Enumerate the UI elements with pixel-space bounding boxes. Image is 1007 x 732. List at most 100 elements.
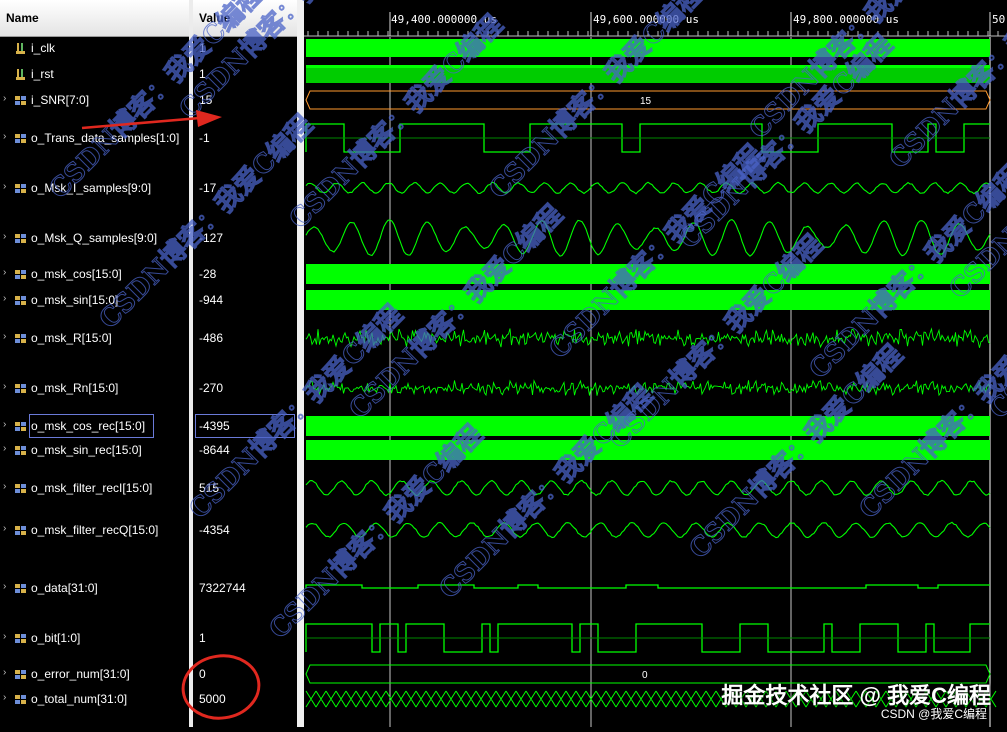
signal-row-o-bit[interactable]: › o_bit[1:0] [0,628,189,648]
waveform-trace[interactable] [305,379,991,397]
chevron-right-icon[interactable]: › [3,267,13,278]
waveform-trace[interactable] [305,479,991,497]
signal-row-o-msk-r[interactable]: › o_msk_R[15:0] [0,328,189,348]
name-column-header[interactable]: Name [0,0,189,37]
waveform-trace[interactable] [306,290,990,310]
chevron-right-icon[interactable]: › [3,523,13,534]
waveform-trace[interactable] [305,584,990,589]
signal-name: o_msk_R[15:0] [31,331,112,345]
timeline-label: 49,800.000000 us [793,13,899,26]
signal-row-o-trans-data-samples[interactable]: › o_Trans_data_samples[1:0] [0,128,189,148]
signal-value: 0 [199,667,206,681]
signal-value-panel: Value 1 1 15 -1 -17 -127 -28 -944 -486 -270 -4395-… [193,0,297,727]
signal-name: i_rst [31,67,54,81]
signal-row-o-msk-sin[interactable]: › o_msk_sin[15:0] [0,290,189,310]
signal-row-o-msk-sin-rec[interactable]: › o_msk_sin_rec[15:0] [0,440,189,460]
waveform-trace[interactable] [305,521,991,539]
timeline-label: 50 [992,13,1005,26]
signal-row-o-error-num[interactable]: › o_error_num[31:0] [0,664,189,684]
signal-row-o-msk-filter-recq[interactable]: › o_msk_filter_recQ[15:0] [0,520,189,540]
waveform-trace[interactable] [305,218,991,257]
waveform-trace[interactable]: 15 [305,90,991,110]
chevron-right-icon[interactable]: › [3,631,13,642]
signal-name: o_msk_sin[15:0] [31,293,119,307]
signal-row-o-msk-filter-reci[interactable]: › o_msk_filter_recI[15:0] [0,478,189,498]
footer-sub-watermark: CSDN @我爱C编程 [880,707,987,721]
bus-signal-icon [15,483,26,493]
bus-signal-icon [15,183,26,193]
chevron-right-icon[interactable]: › [3,419,13,430]
timeline-label: 49,400.000000 us [391,13,497,26]
signal-name: o_msk_cos[15:0] [31,267,122,281]
signal-value: -4354 [199,523,230,537]
chevron-right-icon[interactable]: › [3,581,13,592]
bus-value-label: 0 [642,670,648,681]
bus-signal-icon [15,95,26,105]
chevron-right-icon[interactable]: › [3,381,13,392]
bus-signal-icon [15,421,26,431]
signal-value: -270 [199,381,224,395]
waveform-trace[interactable] [305,123,990,153]
bus-signal-icon [15,583,26,593]
chevron-right-icon[interactable]: › [3,131,13,142]
waveform-trace[interactable] [305,181,991,195]
value-column-header[interactable]: Value [193,0,297,37]
bus-signal-icon [15,669,26,679]
bit-signal-icon [15,69,26,80]
bus-signal-icon [15,633,26,643]
signal-name: o_data[31:0] [31,581,98,595]
bus-signal-icon [15,525,26,535]
waveform-trace[interactable] [306,264,990,284]
waveform-viewer[interactable]: 49,400.000000 us 49,600.000000 us 49,800.0… [304,0,1007,727]
signal-name-panel: Name i_clk i_rst › i_SNR[7:0] › o_Trans_data_… [0,0,189,727]
waveform-canvas[interactable]: 49,400.000000 us 49,600.000000 us 49,800.0… [304,0,1007,727]
signal-value: -127 [199,231,224,245]
signal-name: o_bit[1:0] [31,631,81,645]
chevron-right-icon[interactable]: › [3,481,13,492]
signal-row-i-snr[interactable]: › i_SNR[7:0] [0,90,189,110]
signal-row-o-msk-rn[interactable]: › o_msk_Rn[15:0] [0,378,189,398]
signal-name: o_msk_filter_recQ[15:0] [31,523,159,537]
chevron-right-icon[interactable]: › [3,231,13,242]
bit-signal-icon [15,43,26,54]
signal-row-i-clk[interactable]: i_clk [0,38,189,58]
waveform-trace[interactable] [306,39,990,57]
waveform-trace[interactable] [305,623,990,653]
chevron-right-icon[interactable]: › [3,181,13,192]
signal-row-o-msk-cos[interactable]: › o_msk_cos[15:0] [0,264,189,284]
signal-row-o-msk-i-samples[interactable]: › o_Msk_I_samples[9:0] [0,178,189,198]
signal-name: o_msk_sin_rec[15:0] [31,443,142,457]
signal-value: 515 [199,481,220,495]
chevron-right-icon[interactable]: › [3,93,13,104]
bus-signal-icon [15,269,26,279]
signal-row-o-data[interactable]: › o_data[31:0] [0,578,189,598]
panel-splitter[interactable] [297,0,304,727]
signal-value: 7322744 [199,581,246,595]
signal-name: o_Trans_data_samples[1:0] [31,131,180,145]
bus-signal-icon [15,333,26,343]
signal-value: -486 [199,331,224,345]
name-column-label: Name [6,11,39,25]
waveform-trace[interactable] [305,327,991,349]
signal-value: -944 [199,293,224,307]
signal-name: o_total_num[31:0] [31,692,128,706]
signal-value: -1 [199,131,210,145]
chevron-right-icon[interactable]: › [3,667,13,678]
chevron-right-icon[interactable]: › [3,443,13,454]
signal-name: o_msk_filter_recI[15:0] [31,481,153,495]
signal-row-i-rst[interactable]: i_rst [0,64,189,84]
signal-name: i_SNR[7:0] [31,93,90,107]
chevron-right-icon[interactable]: › [3,331,13,342]
bus-signal-icon [15,694,26,704]
chevron-right-icon[interactable]: › [3,293,13,304]
signal-value: 5000 [199,692,226,706]
signal-row-o-msk-q-samples[interactable]: › o_Msk_Q_samples[9:0] [0,228,189,248]
waveform-trace[interactable] [306,416,990,436]
waveform-trace[interactable] [306,65,990,83]
signal-name: o_Msk_Q_samples[9:0] [31,231,158,245]
signal-name: o_error_num[31:0] [31,667,130,681]
signal-row-o-total-num[interactable]: › o_total_num[31:0] [0,689,189,709]
waveform-trace[interactable] [306,440,990,460]
value-column-label: Value [199,11,231,25]
chevron-right-icon[interactable]: › [3,692,13,703]
